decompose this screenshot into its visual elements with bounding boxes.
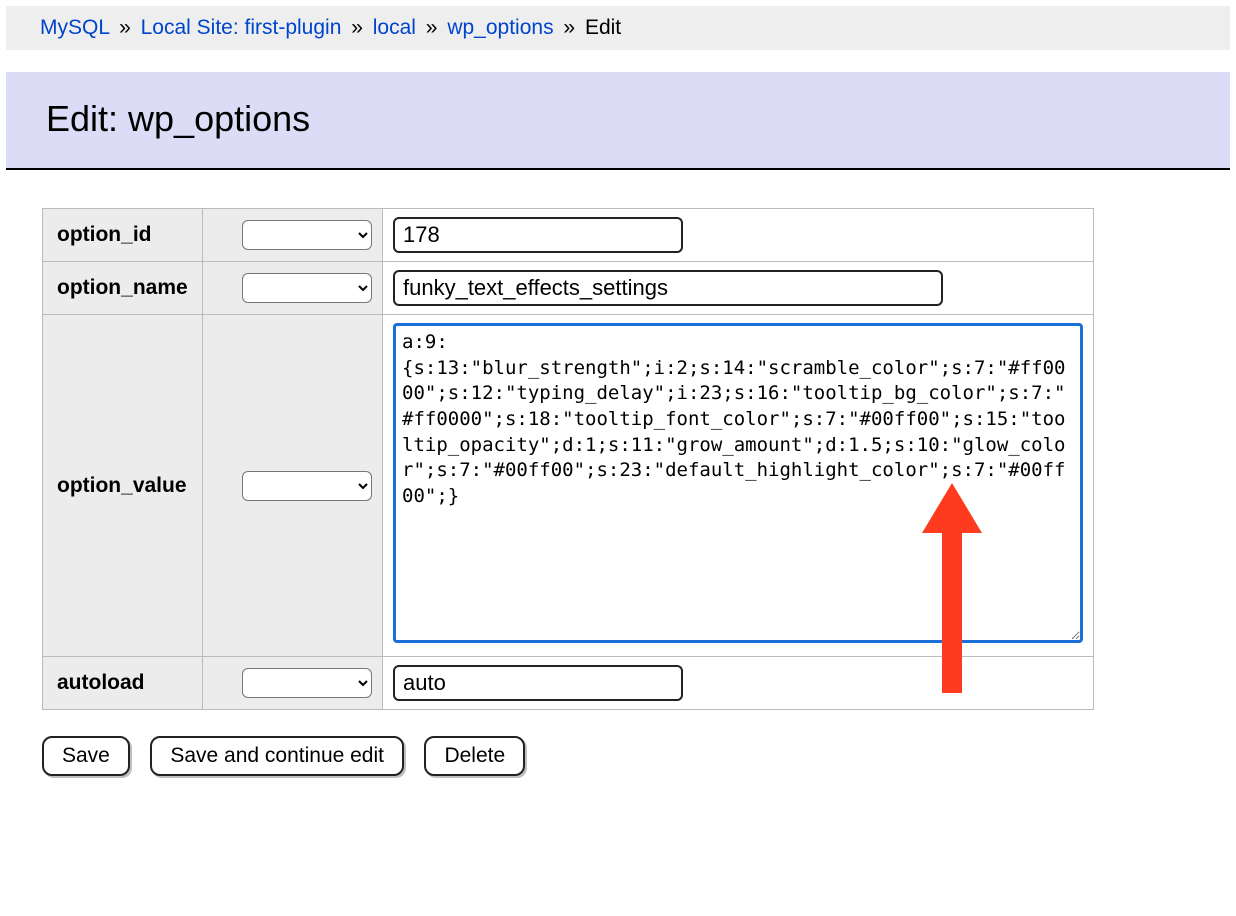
field-row-option-name: option_name <box>43 262 1094 315</box>
field-label-option-name: option_name <box>43 262 203 315</box>
textarea-option-value[interactable] <box>393 323 1083 643</box>
breadcrumb-site[interactable]: Local Site: first-plugin <box>141 16 342 39</box>
breadcrumb-database[interactable]: local <box>373 16 416 39</box>
fields-table: option_id option_name option_value <box>42 208 1094 710</box>
action-buttons: Save Save and continue edit Delete <box>42 736 1236 776</box>
function-select-option-id[interactable] <box>242 220 372 250</box>
title-separator <box>6 168 1230 170</box>
field-row-option-id: option_id <box>43 209 1094 262</box>
function-select-option-name[interactable] <box>242 273 372 303</box>
field-row-autoload: autoload <box>43 657 1094 710</box>
input-autoload[interactable] <box>393 665 683 701</box>
breadcrumb-current: Edit <box>585 16 621 39</box>
field-label-option-id: option_id <box>43 209 203 262</box>
breadcrumb: MySQL » Local Site: first-plugin » local… <box>6 6 1230 50</box>
delete-button[interactable]: Delete <box>424 736 525 776</box>
save-button[interactable]: Save <box>42 736 130 776</box>
field-label-autoload: autoload <box>43 657 203 710</box>
function-select-option-value[interactable] <box>242 471 372 501</box>
field-label-option-value: option_value <box>43 315 203 657</box>
field-row-option-value: option_value <box>43 315 1094 657</box>
function-select-autoload[interactable] <box>242 668 372 698</box>
breadcrumb-separator: » <box>426 16 438 39</box>
breadcrumb-mysql[interactable]: MySQL <box>40 16 109 39</box>
save-continue-button[interactable]: Save and continue edit <box>150 736 404 776</box>
breadcrumb-table[interactable]: wp_options <box>447 16 553 39</box>
breadcrumb-separator: » <box>351 16 363 39</box>
title-bar: Edit: wp_options <box>6 72 1230 168</box>
input-option-id[interactable] <box>393 217 683 253</box>
breadcrumb-separator: » <box>119 16 131 39</box>
breadcrumb-separator: » <box>563 16 575 39</box>
edit-form: option_id option_name option_value <box>42 208 1230 710</box>
input-option-name[interactable] <box>393 270 943 306</box>
page-title: Edit: wp_options <box>46 98 1190 140</box>
